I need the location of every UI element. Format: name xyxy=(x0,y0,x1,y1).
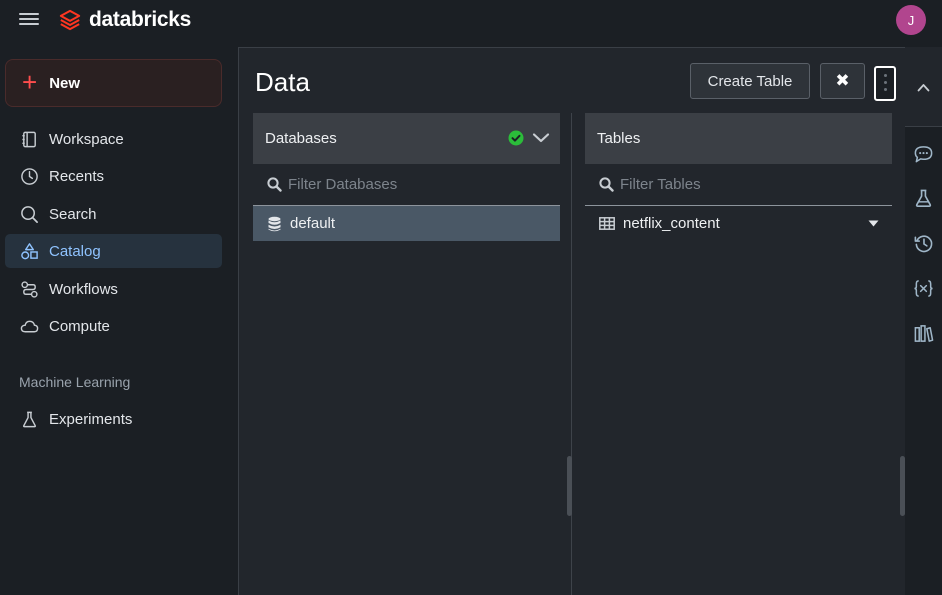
right-rail xyxy=(905,47,942,595)
filter-tables-input[interactable] xyxy=(620,176,870,193)
variables-icon[interactable] xyxy=(912,277,935,300)
filter-databases-input[interactable] xyxy=(288,176,538,193)
sidebar-item-workflows[interactable]: Workflows xyxy=(5,272,222,306)
databases-column: Databases default xyxy=(253,113,560,241)
top-bar: databricks J xyxy=(0,0,942,47)
table-icon xyxy=(599,217,615,230)
new-button[interactable]: + New xyxy=(5,59,222,107)
sidebar-item-label: Workflows xyxy=(49,280,118,298)
sidebar-item-label: Catalog xyxy=(49,242,101,260)
data-panel: Data Create Table ✖ Databases default xyxy=(238,47,905,595)
search-icon xyxy=(267,177,282,192)
sidebar-item-recents[interactable]: Recents xyxy=(5,159,222,193)
sidebar-item-search[interactable]: Search xyxy=(5,197,222,231)
search-icon xyxy=(599,177,614,192)
tables-header-label: Tables xyxy=(597,130,641,147)
sidebar-item-label: Compute xyxy=(49,317,110,335)
history-icon[interactable] xyxy=(912,232,935,255)
database-row-default[interactable]: default xyxy=(253,206,560,241)
rail-header xyxy=(905,47,942,127)
sidebar-item-label: Experiments xyxy=(49,410,133,428)
clock-icon xyxy=(19,166,39,186)
flask-icon xyxy=(19,409,39,429)
new-button-label: New xyxy=(49,74,81,92)
sidebar-item-experiments[interactable]: Experiments xyxy=(5,402,222,436)
database-icon xyxy=(268,216,281,231)
close-button[interactable]: ✖ xyxy=(820,63,865,99)
user-avatar[interactable]: J xyxy=(896,5,926,35)
library-icon[interactable] xyxy=(912,322,935,345)
search-icon xyxy=(19,204,39,224)
column-divider xyxy=(571,113,572,595)
brand-name: databricks xyxy=(89,8,192,31)
sidebar-item-workspace[interactable]: Workspace xyxy=(5,122,222,156)
sidebar-item-label: Recents xyxy=(49,167,105,185)
table-name: netflix_content xyxy=(623,215,720,232)
panel-resize-handle[interactable] xyxy=(874,66,896,101)
plus-icon: + xyxy=(22,66,38,97)
sidebar-item-compute[interactable]: Compute xyxy=(5,309,222,343)
database-name: default xyxy=(290,215,336,232)
cloud-icon xyxy=(19,316,39,336)
catalog-icon xyxy=(19,241,39,261)
section-label-machine-learning: Machine Learning xyxy=(19,374,131,390)
hamburger-menu-icon[interactable] xyxy=(19,10,39,28)
chevron-up-icon[interactable] xyxy=(917,83,930,92)
sidebar-item-label: Workspace xyxy=(49,130,124,148)
caret-down-icon[interactable] xyxy=(868,220,879,227)
filter-databases xyxy=(253,164,560,206)
sidebar-item-catalog[interactable]: Catalog xyxy=(5,234,222,268)
workflows-icon xyxy=(19,279,39,299)
databricks-logo-icon xyxy=(59,9,81,31)
filter-tables xyxy=(585,164,892,206)
comment-icon[interactable] xyxy=(912,143,935,166)
flask-icon[interactable] xyxy=(912,187,935,210)
notebook-icon xyxy=(19,129,39,149)
tables-header: Tables xyxy=(585,113,892,164)
page-title: Data xyxy=(255,67,310,97)
check-circle-icon xyxy=(508,130,524,146)
databases-header-label: Databases xyxy=(265,130,337,147)
sidebar-item-label: Search xyxy=(49,205,97,223)
tables-column: Tables netflix_content xyxy=(585,113,892,241)
databases-scrollbar[interactable] xyxy=(567,456,572,516)
sidebar: + New Workspace Recents Search Catalog W… xyxy=(0,47,238,595)
databricks-logo[interactable]: databricks xyxy=(59,8,191,32)
create-table-button[interactable]: Create Table xyxy=(690,63,810,99)
table-row-netflix-content[interactable]: netflix_content xyxy=(585,206,892,241)
databases-header[interactable]: Databases xyxy=(253,113,560,164)
chevron-down-icon[interactable] xyxy=(532,131,550,145)
